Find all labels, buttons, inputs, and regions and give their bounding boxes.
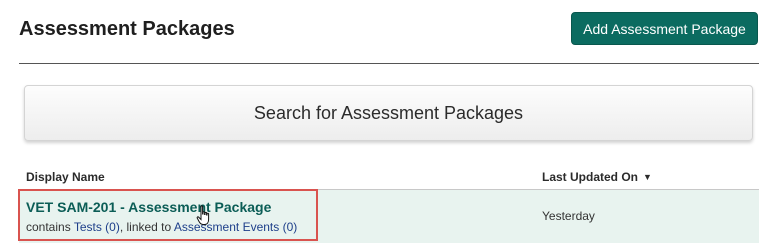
search-assessment-packages-button[interactable]: Search for Assessment Packages <box>24 85 753 141</box>
package-name-link[interactable]: VET SAM-201 - Assessment Package <box>26 199 271 215</box>
header-divider <box>19 63 759 64</box>
tests-link[interactable]: Tests (0) <box>74 220 120 234</box>
contains-label: contains <box>26 220 74 234</box>
hand-pointer-cursor-icon <box>196 205 210 225</box>
sort-descending-icon: ▼ <box>643 172 652 182</box>
last-updated-value: Yesterday <box>542 209 595 223</box>
linked-to-label: , linked to <box>119 220 174 234</box>
column-header-last-updated[interactable]: Last Updated On ▼ <box>542 170 652 184</box>
column-header-last-updated-label: Last Updated On <box>542 170 639 184</box>
add-assessment-package-button[interactable]: Add Assessment Package <box>571 12 758 45</box>
column-header-display-name-label: Display Name <box>26 170 105 184</box>
assessment-events-link[interactable]: Assessment Events (0) <box>174 220 297 234</box>
package-meta: contains Tests (0), linked to Assessment… <box>26 220 297 234</box>
assessment-packages-page: Assessment Packages Add Assessment Packa… <box>0 0 766 243</box>
page-title: Assessment Packages <box>19 18 235 40</box>
table-row[interactable] <box>19 190 759 243</box>
column-header-display-name[interactable]: Display Name <box>26 170 105 184</box>
